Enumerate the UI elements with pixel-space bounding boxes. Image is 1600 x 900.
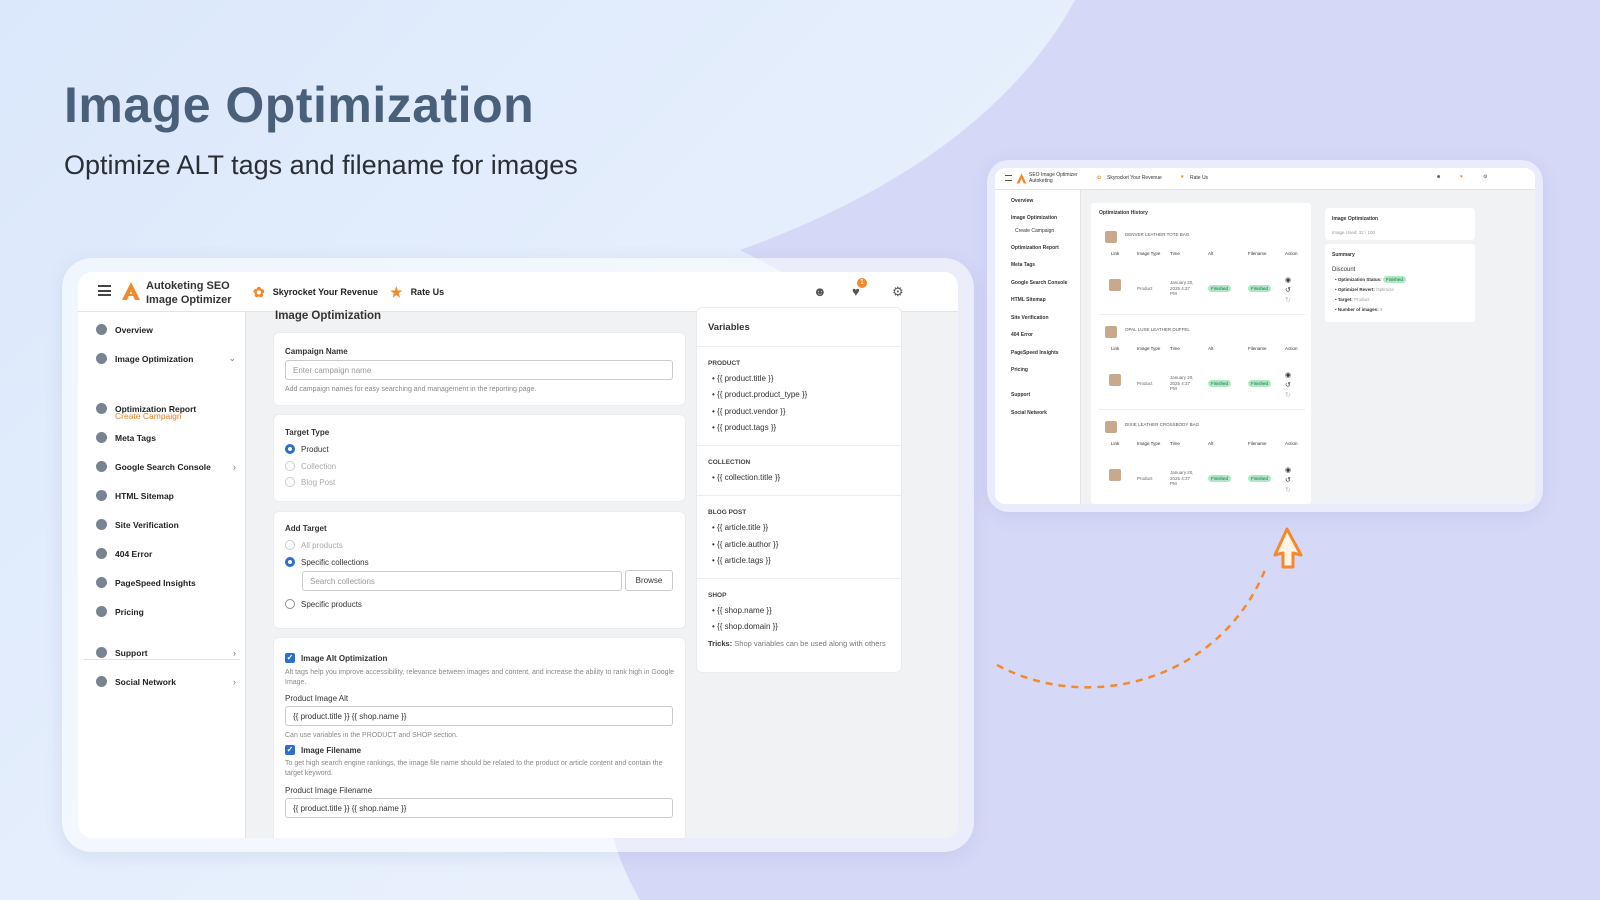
dashed-arrow	[996, 569, 1267, 689]
cursor-hand-icon	[1273, 527, 1303, 569]
